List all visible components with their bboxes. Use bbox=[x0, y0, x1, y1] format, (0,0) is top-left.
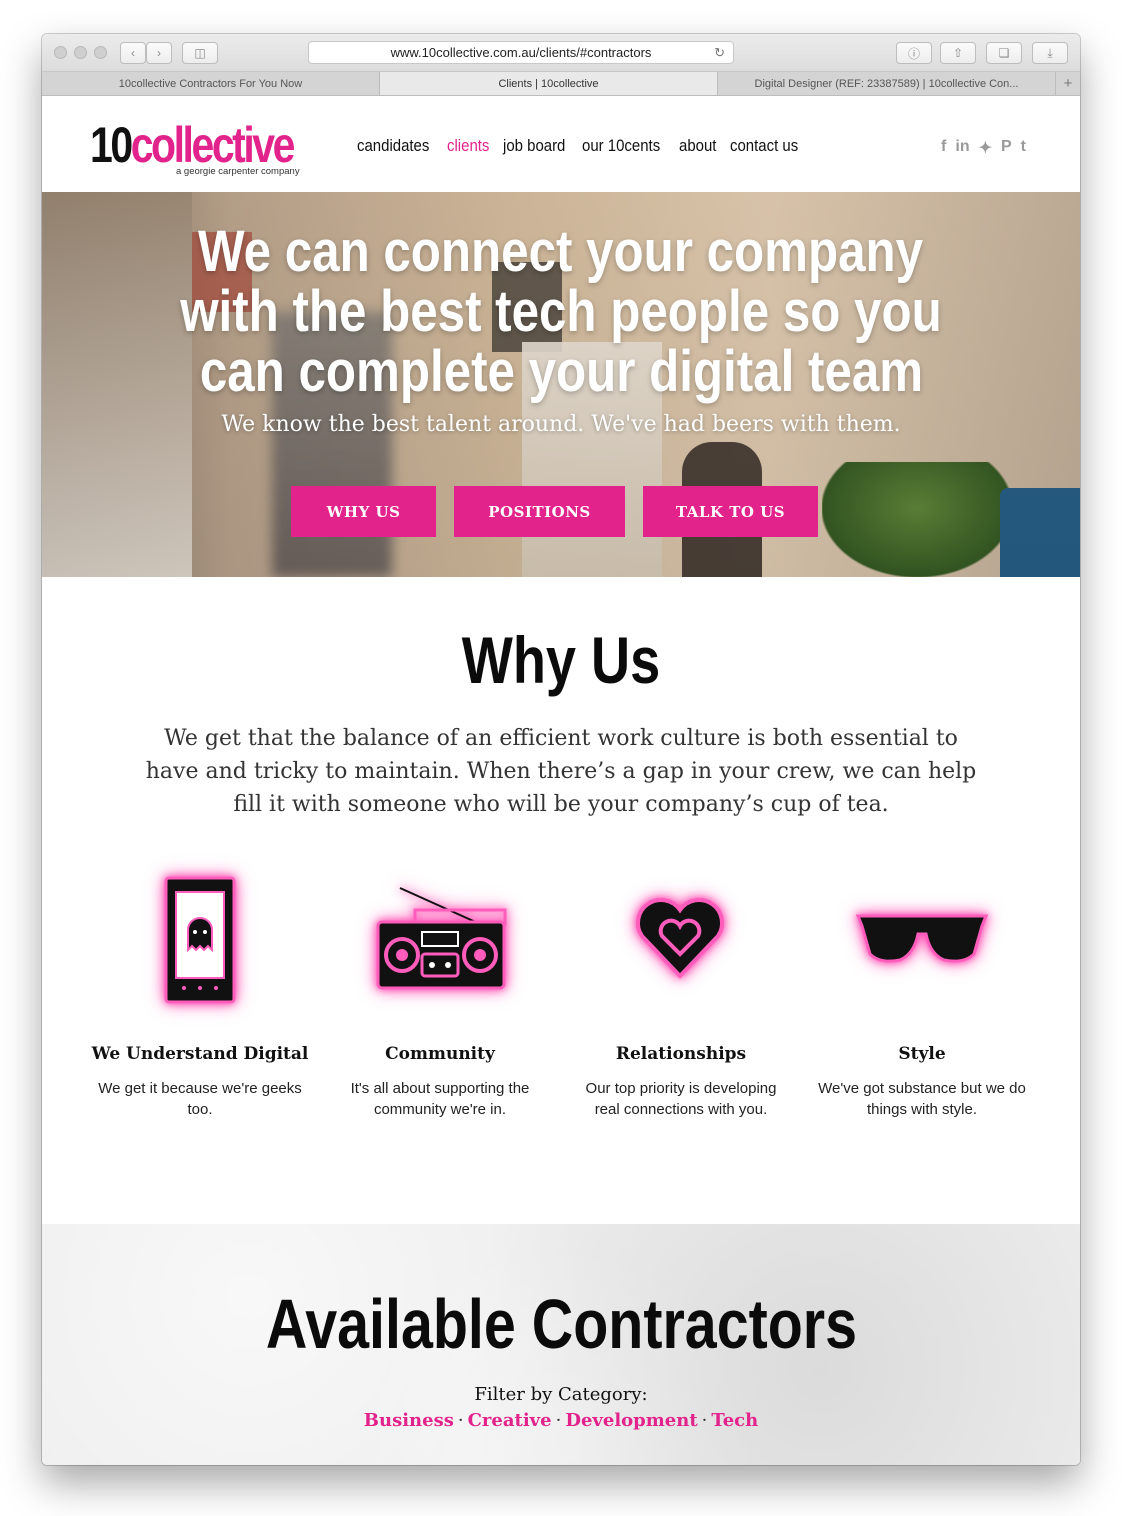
category-filters: Business · Creative · Development · Tech bbox=[42, 1410, 1080, 1431]
feature-text: We've got substance but we do things wit… bbox=[818, 1080, 1026, 1118]
nav-contact-us[interactable]: contact us bbox=[730, 136, 798, 156]
address-bar[interactable]: www.10collective.com.au/clients/#contrac… bbox=[308, 41, 734, 64]
browser-tab-active[interactable]: Clients | 10collective bbox=[380, 72, 718, 95]
reload-icon[interactable]: ↻ bbox=[714, 45, 725, 61]
downloads-button[interactable]: ⤓ bbox=[1032, 42, 1068, 64]
why-us-text: We get that the balance of an efficient … bbox=[145, 726, 977, 817]
hero-subtitle: We know the best talent around. We've ha… bbox=[221, 412, 901, 437]
nav-job-board[interactable]: job board bbox=[503, 136, 565, 156]
tabs-icon: ❏ bbox=[998, 46, 1010, 60]
browser-tab[interactable]: 10collective Contractors For You Now bbox=[42, 72, 380, 95]
forward-button[interactable]: › bbox=[146, 42, 172, 64]
linkedin-icon[interactable]: in bbox=[955, 138, 969, 158]
chevron-left-icon: ‹ bbox=[131, 46, 135, 60]
twitter-icon[interactable]: ✦ bbox=[979, 138, 992, 158]
minimize-window-button[interactable] bbox=[74, 46, 87, 59]
feature-digital: We Understand Digital We get it because … bbox=[90, 1044, 310, 1120]
separator: · bbox=[457, 1410, 464, 1431]
back-button[interactable]: ‹ bbox=[120, 42, 146, 64]
tabs-overview-button[interactable]: ❏ bbox=[986, 42, 1022, 64]
info-icon: ⓘ bbox=[907, 46, 920, 61]
feature-text: It's all about supporting the community … bbox=[350, 1080, 530, 1118]
boombox-icon bbox=[370, 882, 510, 997]
zoom-window-button[interactable] bbox=[94, 46, 107, 59]
facebook-icon[interactable]: f bbox=[941, 138, 946, 158]
browser-toolbar: ‹ › ◫ www.10collective.com.au/clients/#c… bbox=[42, 34, 1080, 72]
filter-business[interactable]: Business bbox=[364, 1410, 454, 1431]
hero-title: We can connect your company with the bes… bbox=[180, 219, 942, 404]
pinterest-icon[interactable]: P bbox=[1001, 138, 1012, 158]
feature-text: Our top priority is developing real conn… bbox=[585, 1080, 777, 1118]
feature-title: Community bbox=[385, 1044, 495, 1064]
browser-tab[interactable]: Digital Designer (REF: 23387589) | 10col… bbox=[718, 72, 1056, 95]
download-icon: ⤓ bbox=[1047, 45, 1053, 60]
browser-window: ‹ › ◫ www.10collective.com.au/clients/#c… bbox=[42, 34, 1080, 1465]
feature-text: We get it because we're geeks too. bbox=[98, 1080, 302, 1118]
hero-banner: We can connect your company with the bes… bbox=[42, 192, 1080, 577]
filter-creative[interactable]: Creative bbox=[468, 1410, 552, 1431]
main-nav: candidates clients job board our 10cents… bbox=[357, 136, 798, 156]
social-links: f in ✦ P t bbox=[941, 138, 1026, 158]
nav-about[interactable]: about bbox=[679, 136, 716, 156]
tab-bar: 10collective Contractors For You Now Cli… bbox=[42, 72, 1080, 96]
tumblr-icon[interactable]: t bbox=[1021, 138, 1026, 158]
site-logo[interactable]: 10collective a georgie carpenter company bbox=[90, 117, 338, 177]
sunglasses-icon bbox=[854, 908, 990, 973]
heart-icon bbox=[634, 896, 726, 985]
sidebar-button[interactable]: ◫ bbox=[182, 42, 218, 64]
feature-style: Style We've got substance but we do thin… bbox=[812, 1044, 1032, 1120]
filter-development[interactable]: Development bbox=[565, 1410, 697, 1431]
chevron-right-icon: › bbox=[157, 46, 161, 60]
new-tab-button[interactable]: + bbox=[1056, 72, 1080, 95]
share-button[interactable]: ⇧ bbox=[940, 42, 976, 64]
nav-candidates[interactable]: candidates bbox=[357, 136, 429, 156]
contractors-section: Available Contractors Filter by Category… bbox=[42, 1224, 1080, 1465]
nav-clients[interactable]: clients bbox=[447, 136, 489, 156]
feature-relationships: Relationships Our top priority is develo… bbox=[571, 1044, 791, 1120]
feature-title: Relationships bbox=[615, 1044, 747, 1064]
info-button[interactable]: ⓘ bbox=[896, 42, 932, 64]
plus-icon: + bbox=[1063, 75, 1073, 92]
separator: · bbox=[701, 1410, 708, 1431]
feature-community: Community It's all about supporting the … bbox=[330, 1044, 550, 1120]
positions-button[interactable]: POSITIONS bbox=[454, 486, 625, 537]
logo-tagline: a georgie carpenter company bbox=[176, 166, 300, 177]
contractors-title: Available Contractors bbox=[265, 1285, 857, 1363]
logo-wordmark: 10collective bbox=[90, 117, 295, 173]
filter-label: Filter by Category: bbox=[474, 1384, 648, 1405]
share-icon: ⇧ bbox=[952, 46, 964, 60]
filter-tech[interactable]: Tech bbox=[711, 1410, 758, 1431]
url-text: www.10collective.com.au/clients/#contrac… bbox=[390, 45, 652, 60]
phone-ghost-icon bbox=[162, 874, 238, 1011]
feature-title: Style bbox=[898, 1044, 946, 1064]
close-window-button[interactable] bbox=[54, 46, 67, 59]
feature-title: We Understand Digital bbox=[91, 1044, 309, 1064]
why-us-button[interactable]: WHY US bbox=[291, 486, 436, 537]
why-us-title: Why Us bbox=[461, 623, 661, 697]
site-header: 10collective a georgie carpenter company… bbox=[42, 96, 1080, 192]
nav-our-10cents[interactable]: our 10cents bbox=[582, 136, 660, 156]
sidebar-icon: ◫ bbox=[194, 46, 206, 60]
separator: · bbox=[555, 1410, 562, 1431]
talk-to-us-button[interactable]: TALK TO US bbox=[643, 486, 818, 537]
